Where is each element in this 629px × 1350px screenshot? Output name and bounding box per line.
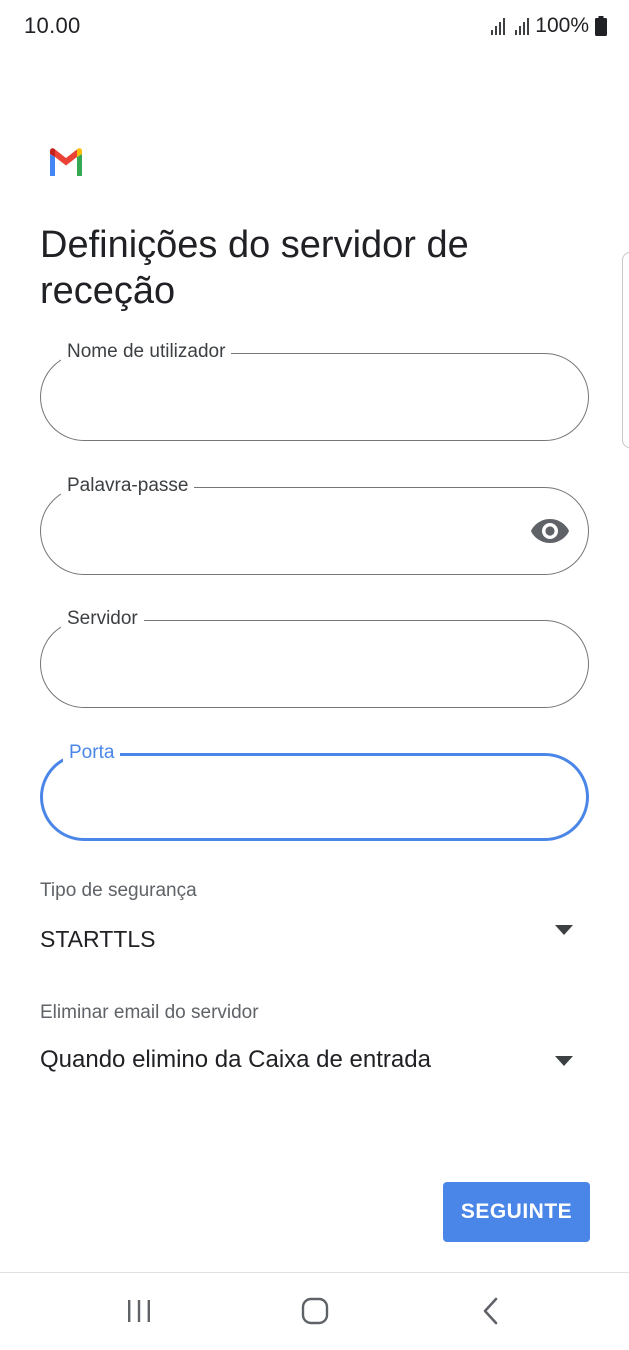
screen: 10.00 100% Definições do servidor de rec… bbox=[0, 0, 629, 1350]
signal-icon bbox=[491, 17, 506, 35]
back-icon[interactable] bbox=[471, 1293, 511, 1329]
password-input[interactable] bbox=[67, 512, 531, 554]
server-input[interactable] bbox=[67, 645, 531, 687]
recent-apps-icon[interactable] bbox=[119, 1293, 159, 1329]
battery-icon bbox=[595, 16, 607, 36]
eye-icon[interactable] bbox=[530, 516, 570, 546]
home-icon[interactable] bbox=[295, 1293, 335, 1329]
next-button[interactable]: SEGUINTE bbox=[443, 1182, 590, 1242]
delete-email-label: Eliminar email do servidor bbox=[40, 1002, 259, 1023]
server-label: Servidor bbox=[61, 607, 144, 631]
username-field[interactable]: Nome de utilizador bbox=[40, 340, 589, 441]
username-label: Nome de utilizador bbox=[61, 340, 232, 364]
delete-email-value: Quando elimino da Caixa de entrada bbox=[40, 1046, 431, 1073]
security-type-label: Tipo de segurança bbox=[40, 880, 197, 901]
security-type-value: STARTTLS bbox=[40, 926, 156, 952]
battery-percent: 100% bbox=[535, 14, 589, 37]
port-input[interactable] bbox=[69, 780, 533, 822]
password-label: Palavra-passe bbox=[61, 474, 195, 498]
page-title: Definições do servidor de receção bbox=[40, 224, 469, 312]
server-field[interactable]: Servidor bbox=[40, 607, 589, 708]
status-time: 10.00 bbox=[24, 13, 81, 38]
signal-icon-secondary bbox=[515, 17, 530, 35]
status-icons: 100% bbox=[491, 14, 607, 38]
username-input[interactable] bbox=[67, 378, 531, 420]
status-bar: 10.00 100% bbox=[0, 0, 629, 54]
password-field[interactable]: Palavra-passe bbox=[40, 474, 589, 575]
scroll-handle[interactable] bbox=[622, 252, 629, 448]
gmail-logo-icon bbox=[50, 148, 82, 176]
port-field[interactable]: Porta bbox=[40, 741, 589, 841]
navigation-bar bbox=[0, 1273, 629, 1350]
chevron-down-icon[interactable] bbox=[555, 1056, 573, 1066]
port-label: Porta bbox=[63, 741, 121, 765]
chevron-down-icon[interactable] bbox=[555, 925, 573, 935]
